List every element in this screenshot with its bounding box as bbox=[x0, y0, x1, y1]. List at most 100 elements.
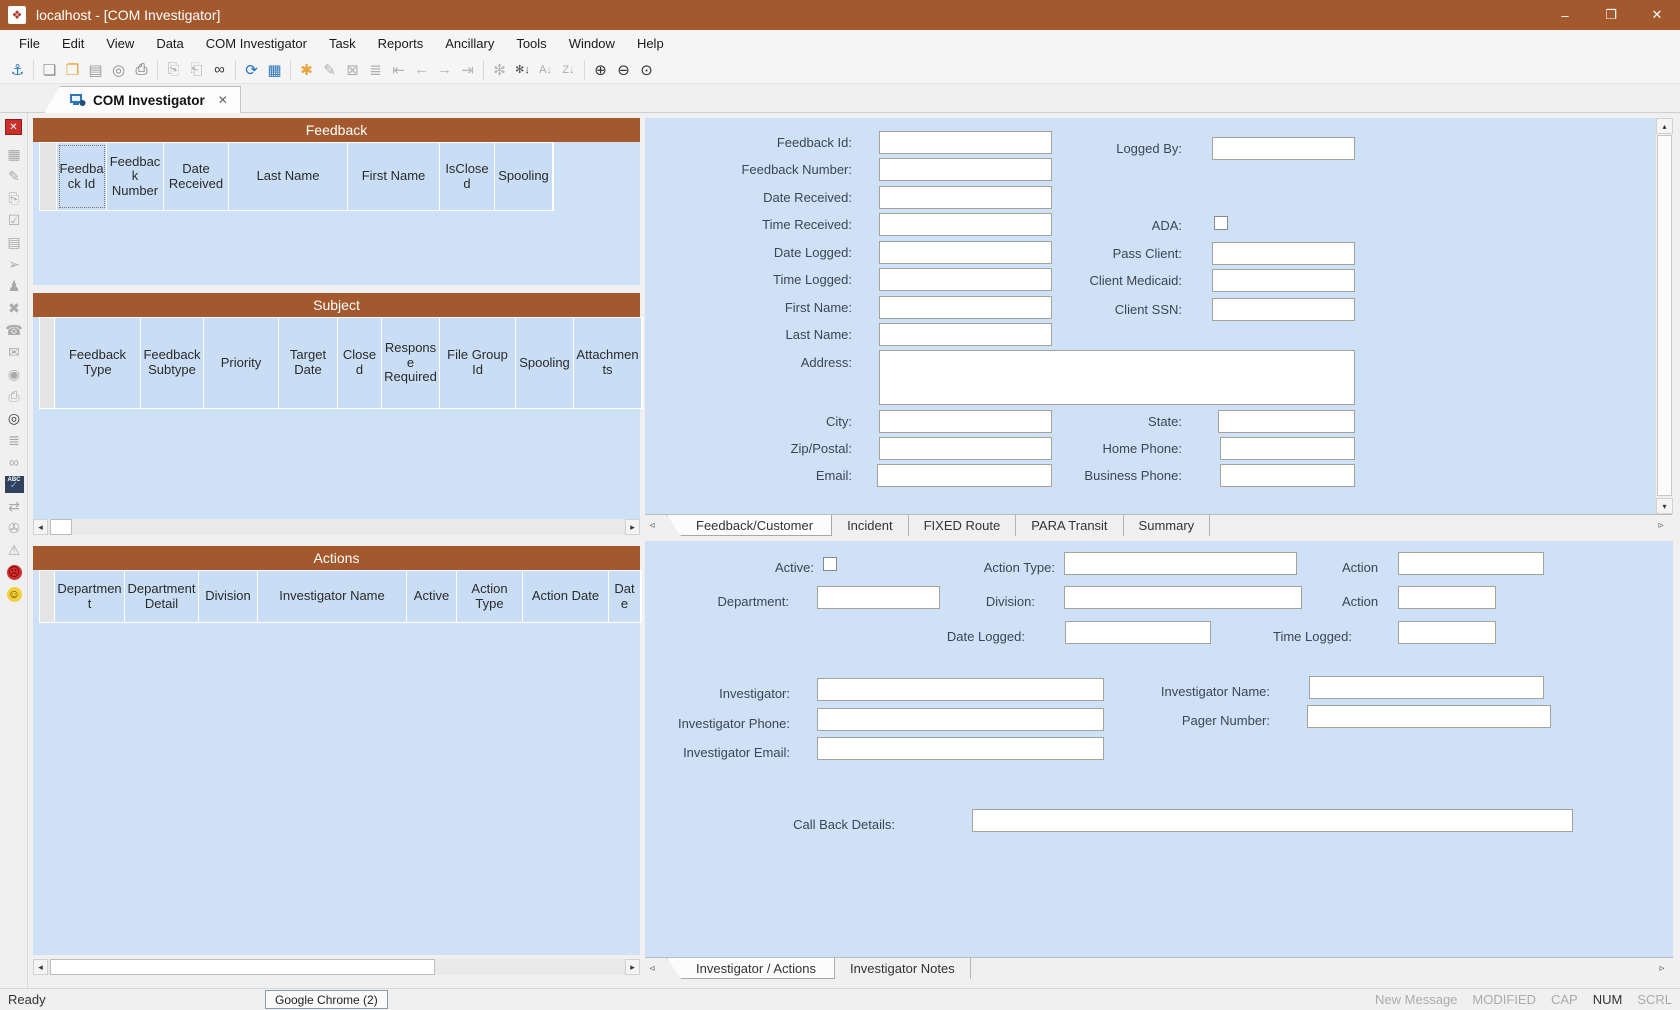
new-document-icon[interactable]: ❏ bbox=[38, 58, 61, 81]
scroll-left-icon[interactable]: ◂ bbox=[33, 519, 48, 535]
investigator-email-input[interactable] bbox=[817, 737, 1104, 760]
document-list-icon[interactable]: ≣ bbox=[0, 429, 28, 451]
column-header-isclosed[interactable]: IsClosed bbox=[440, 143, 495, 210]
sad-face-icon[interactable]: ☹ bbox=[0, 561, 28, 583]
scrollbar-thumb[interactable] bbox=[50, 519, 72, 535]
new-record-icon[interactable]: ✱ bbox=[295, 58, 318, 81]
scrollbar-thumb[interactable] bbox=[50, 959, 435, 975]
tab-investigator-notes[interactable]: Investigator Notes bbox=[835, 958, 971, 979]
action-input-1[interactable] bbox=[1398, 552, 1544, 575]
scrollbar-thumb[interactable] bbox=[1657, 135, 1672, 496]
open-folder-icon[interactable]: ❐ bbox=[61, 58, 84, 81]
find-icon[interactable]: ∞ bbox=[208, 58, 231, 81]
menu-edit[interactable]: Edit bbox=[51, 32, 95, 55]
column-header-division[interactable]: Division bbox=[199, 571, 258, 622]
division-input[interactable] bbox=[1064, 586, 1302, 609]
tab-incident[interactable]: Incident bbox=[832, 515, 909, 536]
paste-icon[interactable]: ⎗ bbox=[185, 58, 208, 81]
refresh-icon[interactable]: ⟳ bbox=[240, 58, 263, 81]
copy-pages-icon[interactable]: ⎘ bbox=[0, 187, 28, 209]
tab-para-transit[interactable]: PARA Transit bbox=[1016, 515, 1123, 536]
pass-client-input[interactable] bbox=[1212, 242, 1355, 265]
client-medicaid-input[interactable] bbox=[1212, 269, 1355, 292]
phone-directory-icon[interactable]: ☎ bbox=[0, 319, 28, 341]
edit-record-icon[interactable]: ✎ bbox=[318, 58, 341, 81]
tab-scroll-right-icon[interactable]: ▹ bbox=[1654, 515, 1668, 535]
previous-record-icon[interactable]: ← bbox=[410, 58, 433, 81]
cd-icon[interactable]: ◉ bbox=[0, 363, 28, 385]
ada-checkbox[interactable] bbox=[1214, 216, 1228, 230]
column-header-spooling[interactable]: Spooling bbox=[516, 318, 574, 408]
menu-task[interactable]: Task bbox=[318, 32, 367, 55]
stamp-icon[interactable]: ♟ bbox=[0, 275, 28, 297]
tab-scroll-left-icon[interactable]: ◃ bbox=[645, 515, 659, 535]
column-header-department-detail[interactable]: Department Detail bbox=[125, 571, 199, 622]
grid-calendar-icon[interactable]: ▦ bbox=[0, 143, 28, 165]
scroll-left-icon[interactable]: ◂ bbox=[33, 959, 48, 975]
tab-investigator-actions[interactable]: Investigator / Actions bbox=[667, 958, 835, 979]
scroll-right-icon[interactable]: ▸ bbox=[625, 519, 640, 535]
column-header-closed[interactable]: Closed bbox=[338, 318, 382, 408]
column-header-last-name[interactable]: Last Name bbox=[229, 143, 348, 210]
close-rail-button[interactable]: ✕ bbox=[5, 119, 22, 135]
active-checkbox[interactable] bbox=[823, 557, 837, 571]
edit-new-icon[interactable]: ✎ bbox=[0, 165, 28, 187]
swap-grid-icon[interactable]: ⇄ bbox=[0, 495, 28, 517]
call-back-details-input[interactable] bbox=[972, 809, 1573, 832]
delete-x-icon[interactable]: ✖ bbox=[0, 297, 28, 319]
scroll-right-icon[interactable]: ▸ bbox=[625, 959, 640, 975]
column-header-spooling[interactable]: Spooling bbox=[495, 143, 553, 210]
close-button[interactable]: ✕ bbox=[1634, 0, 1680, 30]
column-header-feedback-type[interactable]: Feedback Type bbox=[55, 318, 141, 408]
customer-form-vertical-scrollbar[interactable]: ▴ ▾ bbox=[1655, 118, 1672, 514]
spellcheck-icon[interactable]: ABC✓ bbox=[0, 473, 28, 495]
warning-icon[interactable]: ⚠ bbox=[0, 539, 28, 561]
mail-icon[interactable]: ✉ bbox=[0, 341, 28, 363]
data-grid-icon[interactable]: ▦ bbox=[263, 58, 286, 81]
find-document-icon[interactable]: ◎ bbox=[0, 407, 28, 429]
grid-check-icon[interactable]: ☑ bbox=[0, 209, 28, 231]
smiley-face-icon[interactable]: ☺ bbox=[0, 583, 28, 605]
minimize-button[interactable]: – bbox=[1542, 0, 1588, 30]
tab-fixed-route[interactable]: FIXED Route bbox=[909, 515, 1017, 536]
calendar-up-icon[interactable]: ▤ bbox=[0, 231, 28, 253]
column-header-target-date[interactable]: Target Date bbox=[279, 318, 338, 408]
investigator-name-input[interactable] bbox=[1309, 676, 1544, 699]
pager-number-input[interactable] bbox=[1307, 705, 1551, 728]
forward-edit-icon[interactable]: ➢ bbox=[0, 253, 28, 275]
sort-descending-icon[interactable]: Z↓ bbox=[557, 58, 580, 81]
print-icon[interactable]: ⎙ bbox=[130, 58, 153, 81]
investigator-phone-input[interactable] bbox=[817, 708, 1104, 731]
dock-icon[interactable]: ⚓ bbox=[6, 58, 29, 81]
record-list-icon[interactable]: ≣ bbox=[364, 58, 387, 81]
menu-view[interactable]: View bbox=[95, 32, 145, 55]
actions-horizontal-scrollbar[interactable]: ◂ ▸ bbox=[33, 959, 640, 975]
column-header-feedback-id[interactable]: Feedback Id bbox=[57, 143, 107, 210]
restore-button[interactable]: ❐ bbox=[1588, 0, 1634, 30]
pin-icon[interactable]: ✻ bbox=[488, 58, 511, 81]
menu-help[interactable]: Help bbox=[626, 32, 675, 55]
document-tab-close-icon[interactable]: ✕ bbox=[218, 93, 228, 107]
pin-down-icon[interactable]: ✻↓ bbox=[511, 58, 534, 81]
column-header-first-name[interactable]: First Name bbox=[348, 143, 440, 210]
zoom-out-icon[interactable]: ⊖ bbox=[612, 58, 635, 81]
column-header-active[interactable]: Active bbox=[407, 571, 457, 622]
paperclip-icon[interactable]: ✇ bbox=[0, 517, 28, 539]
tab-feedback-customer[interactable]: Feedback/Customer bbox=[667, 515, 832, 536]
business-phone-input[interactable] bbox=[1220, 464, 1355, 487]
column-header-priority[interactable]: Priority bbox=[204, 318, 279, 408]
client-ssn-input[interactable] bbox=[1212, 298, 1355, 321]
action-type-input[interactable] bbox=[1064, 552, 1297, 575]
menu-window[interactable]: Window bbox=[558, 32, 626, 55]
menu-reports[interactable]: Reports bbox=[367, 32, 435, 55]
action-time-logged-input[interactable] bbox=[1398, 621, 1496, 644]
delete-record-icon[interactable]: ⊠ bbox=[341, 58, 364, 81]
date-received-input[interactable] bbox=[879, 186, 1052, 209]
printer-icon[interactable]: ⎙ bbox=[0, 385, 28, 407]
scroll-down-icon[interactable]: ▾ bbox=[1656, 498, 1673, 514]
subject-horizontal-scrollbar[interactable]: ◂ ▸ bbox=[33, 519, 640, 535]
column-header-investigator-name[interactable]: Investigator Name bbox=[258, 571, 407, 622]
action-input-2[interactable] bbox=[1398, 586, 1496, 609]
tab-summary[interactable]: Summary bbox=[1124, 515, 1211, 536]
menu-com-investigator[interactable]: COM Investigator bbox=[195, 32, 318, 55]
